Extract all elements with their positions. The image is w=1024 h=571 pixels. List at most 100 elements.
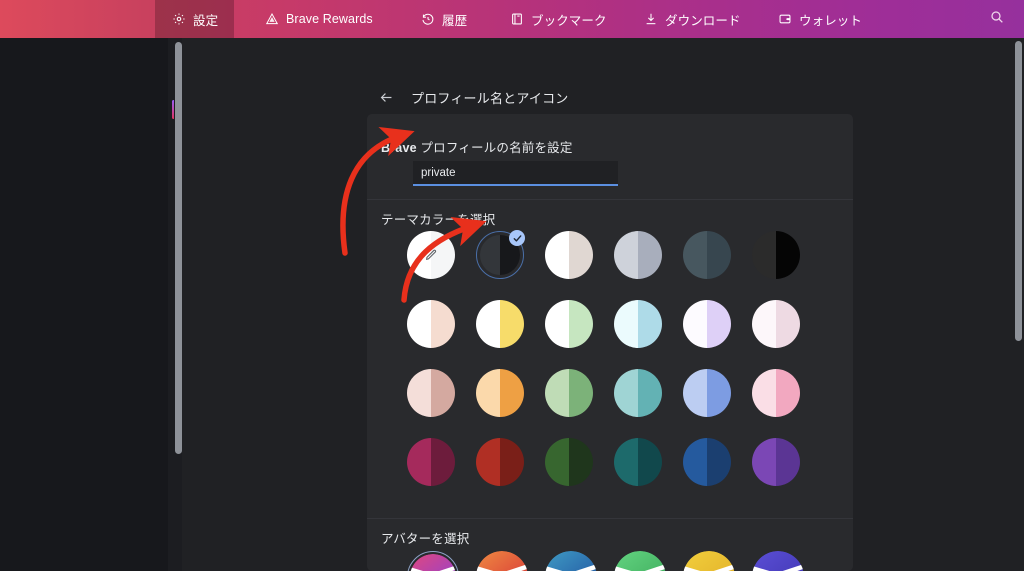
toolbar-tab-label: 設定	[193, 13, 219, 28]
swatch-right-half	[707, 231, 731, 279]
content-scrollbar-thumb[interactable]	[1015, 41, 1022, 341]
theme-swatch-red-dark[interactable]	[476, 438, 524, 486]
toolbar-tab-label: ブックマーク	[531, 13, 607, 28]
theme-swatch-teal[interactable]	[614, 369, 662, 417]
swatch-disc	[407, 438, 455, 486]
section-divider-1	[367, 199, 853, 200]
swatch-left-half	[614, 231, 638, 279]
theme-color-grid	[407, 230, 821, 486]
swatch-left-half	[752, 369, 776, 417]
swatch-disc	[614, 438, 662, 486]
profile-settings-card: Brave プロフィールの名前を設定 テーマカラーを選択 アバターを選択	[367, 114, 853, 571]
swatch-disc	[752, 300, 800, 348]
avatar-disc	[545, 551, 597, 571]
theme-swatch-dark-gray[interactable]	[476, 230, 525, 279]
toolbar-tab-label: 履歴	[442, 13, 468, 28]
swatch-right-half	[707, 300, 731, 348]
theme-swatch-pastel-cyan[interactable]	[614, 300, 662, 348]
profile-name-input[interactable]	[413, 166, 618, 179]
toolbar-tab-settings[interactable]: 設定	[155, 0, 235, 38]
theme-swatch-orange[interactable]	[476, 369, 524, 417]
settings-content-panel: プロフィール名とアイコン Brave プロフィールの名前を設定 テーマカラーを選…	[182, 38, 1024, 571]
swatch-disc	[752, 231, 800, 279]
swatch-disc	[476, 300, 524, 348]
theme-swatch-purple-dark[interactable]	[752, 438, 800, 486]
avatar-yellow[interactable]	[683, 551, 735, 571]
theme-swatch-periwinkle[interactable]	[683, 369, 731, 417]
swatch-disc	[614, 300, 662, 348]
swatch-right-half	[500, 369, 524, 417]
toolbar-tab-bookmarks[interactable]: ブックマーク	[493, 0, 623, 38]
swatch-left-half	[683, 231, 707, 279]
wallet-icon	[777, 12, 792, 27]
swatch-left-half	[752, 438, 776, 486]
theme-swatch-custom-color[interactable]	[407, 231, 455, 279]
theme-swatch-slate-blue[interactable]	[683, 231, 731, 279]
theme-swatch-pastel-yellow[interactable]	[476, 300, 524, 348]
swatch-disc	[545, 231, 593, 279]
swatch-left-half	[614, 369, 638, 417]
theme-swatch-light-pink[interactable]	[752, 369, 800, 417]
swatch-right-half	[707, 369, 731, 417]
avatar-blue[interactable]	[545, 551, 597, 571]
swatch-disc	[614, 231, 662, 279]
theme-swatch-green-dark[interactable]	[545, 438, 593, 486]
profile-name-label: Brave プロフィールの名前を設定	[381, 137, 573, 156]
swatch-left-half	[545, 369, 569, 417]
swatch-left-half	[614, 300, 638, 348]
brave-triangle-icon	[264, 12, 279, 27]
avatar-disc	[752, 551, 804, 571]
swatch-right-half	[569, 300, 593, 348]
avatar-green[interactable]	[614, 551, 666, 571]
avatar-artwork	[476, 551, 528, 571]
swatch-right-half	[569, 369, 593, 417]
gear-icon	[171, 12, 186, 27]
swatch-left-half	[614, 438, 638, 486]
theme-swatch-sage-green[interactable]	[545, 369, 593, 417]
theme-swatch-pastel-green[interactable]	[545, 300, 593, 348]
swatch-disc	[683, 231, 731, 279]
profile-name-input-wrapper[interactable]	[413, 161, 618, 186]
swatch-disc	[683, 300, 731, 348]
profile-name-label-brand: Brave	[381, 141, 417, 155]
theme-swatch-black[interactable]	[752, 231, 800, 279]
swatch-disc	[683, 369, 731, 417]
swatch-right-half	[500, 300, 524, 348]
theme-swatch-magenta-dark[interactable]	[407, 438, 455, 486]
content-scrollbar-track[interactable]	[1014, 38, 1024, 571]
theme-swatch-pastel-purple[interactable]	[683, 300, 731, 348]
swatch-disc	[476, 369, 524, 417]
back-arrow-icon[interactable]	[378, 89, 395, 106]
swatch-right-half	[776, 231, 800, 279]
swatch-right-half	[638, 438, 662, 486]
theme-swatch-pastel-peach[interactable]	[407, 300, 455, 348]
theme-swatch-teal-dark[interactable]	[614, 438, 662, 486]
avatar-disc	[476, 551, 528, 571]
theme-swatch-pastel-pink[interactable]	[752, 300, 800, 348]
sidebar-scrollbar-thumb[interactable]	[175, 42, 182, 454]
theme-swatch-warm-white[interactable]	[545, 231, 593, 279]
page-title: プロフィール名とアイコン	[411, 91, 569, 106]
avatar-indigo[interactable]	[752, 551, 804, 571]
avatar-orange-red[interactable]	[476, 551, 528, 571]
swatch-right-half	[569, 438, 593, 486]
toolbar-tab-wallet[interactable]: ウォレット	[761, 0, 878, 38]
swatch-left-half	[683, 300, 707, 348]
toolbar-tab-label: ウォレット	[799, 13, 863, 28]
toolbar-tab-downloads[interactable]: ダウンロード	[627, 0, 757, 38]
toolbar-tab-history[interactable]: 履歴	[404, 0, 483, 38]
theme-swatch-dusty-rose[interactable]	[407, 369, 455, 417]
theme-swatch-cool-gray[interactable]	[614, 231, 662, 279]
toolbar-tab-brave-rewards[interactable]: Brave Rewards	[248, 0, 389, 38]
swatch-disc	[407, 300, 455, 348]
avatar-artwork	[545, 551, 597, 571]
swatch-left-half	[752, 300, 776, 348]
swatch-left-half	[407, 369, 431, 417]
toolbar-search-button[interactable]	[978, 0, 1016, 38]
theme-swatch-blue-dark[interactable]	[683, 438, 731, 486]
avatar-pink-purple[interactable]	[407, 551, 459, 571]
swatch-right-half	[776, 300, 800, 348]
section-divider-2	[367, 518, 853, 519]
history-clock-icon	[420, 12, 435, 27]
download-icon	[643, 12, 658, 27]
